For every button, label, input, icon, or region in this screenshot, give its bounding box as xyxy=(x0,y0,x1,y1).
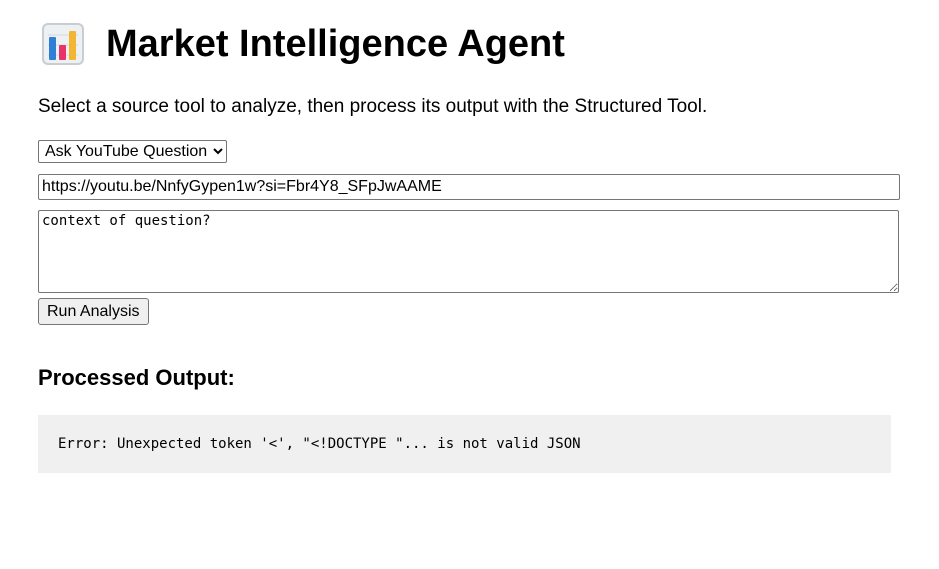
source-tool-select[interactable]: Ask YouTube Question xyxy=(38,140,227,163)
run-analysis-button[interactable]: Run Analysis xyxy=(38,298,149,325)
youtube-url-input[interactable] xyxy=(38,174,900,200)
question-textarea[interactable]: context of question? xyxy=(38,210,899,293)
header: Market Intelligence Agent xyxy=(38,0,900,88)
output-heading: Processed Output: xyxy=(38,365,235,390)
page-description: Select a source tool to analyze, then pr… xyxy=(38,96,708,117)
output-text: Error: Unexpected token '<', "<!DOCTYPE … xyxy=(58,436,581,452)
main-container: Market Intelligence Agent Select a sourc… xyxy=(38,0,900,473)
bar-chart-icon xyxy=(42,23,84,65)
output-panel: Error: Unexpected token '<', "<!DOCTYPE … xyxy=(38,415,891,473)
page-title: Market Intelligence Agent xyxy=(106,23,565,65)
